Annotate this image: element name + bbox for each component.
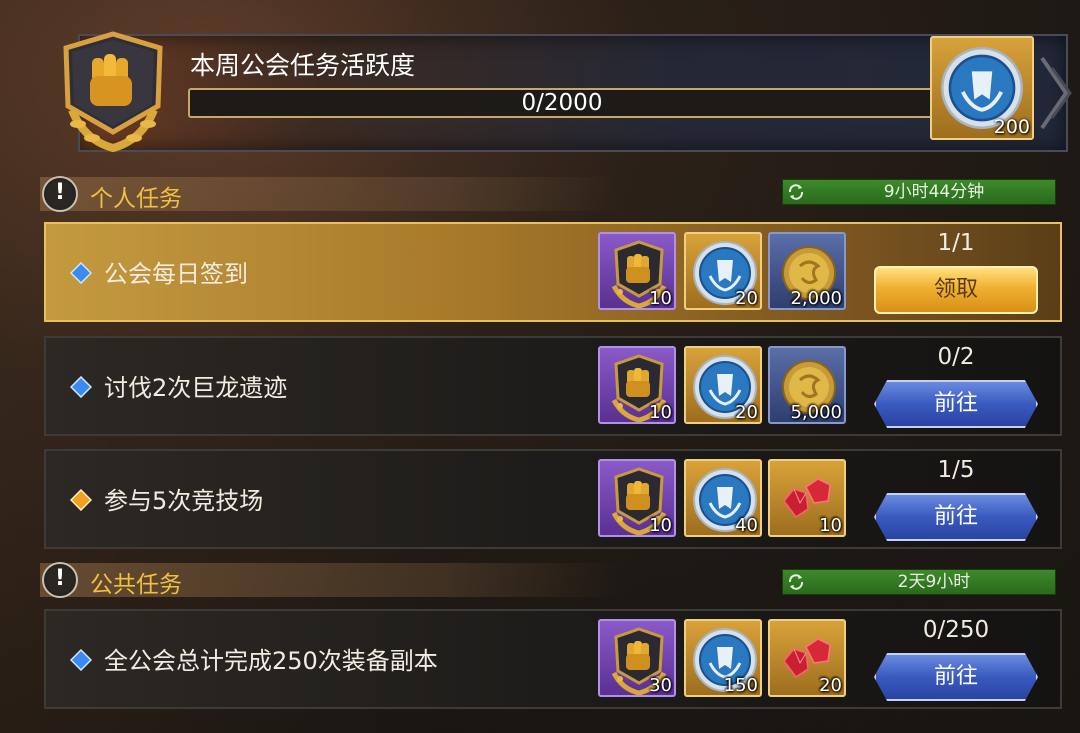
- reward-count: 10: [649, 288, 672, 309]
- reward-count: 10: [649, 402, 672, 423]
- go-button[interactable]: 前往: [874, 380, 1038, 428]
- refresh-icon: [788, 574, 804, 590]
- reward-count: 10: [819, 515, 842, 536]
- reward-item[interactable]: 20: [684, 346, 762, 424]
- task-row: 全公会总计完成250次装备副本 30 150 20 0/250 前往: [44, 609, 1062, 709]
- task-name: 讨伐2次巨龙遗迹: [104, 374, 288, 402]
- reward-item[interactable]: 20: [684, 232, 762, 310]
- blue-diamond-icon: [70, 649, 92, 671]
- reward-item[interactable]: 10: [598, 232, 676, 310]
- task-progress: 0/2: [937, 344, 975, 370]
- reward-item[interactable]: 5,000: [768, 346, 846, 424]
- activity-progress-bar: 0/2000: [188, 88, 936, 118]
- gold-diamond-icon: [70, 489, 92, 511]
- reward-item[interactable]: 40: [684, 459, 762, 537]
- activity-reward-chest[interactable]: 200: [930, 36, 1034, 140]
- public-section-title: 公共任务: [90, 572, 182, 598]
- reward-count: 20: [735, 288, 758, 309]
- public-refresh-timer: 2天9小时: [782, 569, 1056, 595]
- go-button[interactable]: 前往: [874, 493, 1038, 541]
- blue-diamond-icon: [70, 376, 92, 398]
- reward-count: 10: [649, 515, 672, 536]
- task-row: 参与5次竞技场 10 40 10 1/5 前往: [44, 449, 1062, 549]
- reward-count: 20: [735, 402, 758, 423]
- refresh-icon: [788, 184, 804, 200]
- reward-item[interactable]: 20: [768, 619, 846, 697]
- task-name: 参与5次竞技场: [104, 487, 264, 515]
- activity-reward-count: 200: [993, 116, 1030, 138]
- task-progress: 1/5: [937, 457, 975, 483]
- personal-section-title: 个人任务: [90, 186, 182, 212]
- reward-count: 40: [735, 515, 758, 536]
- activity-title: 本周公会任务活跃度: [190, 51, 416, 80]
- go-button[interactable]: 前往: [874, 653, 1038, 701]
- personal-section-header: ! 个人任务 9小时44分钟: [40, 175, 1060, 213]
- task-progress: 0/250: [922, 617, 990, 643]
- exclamation-icon[interactable]: !: [42, 562, 78, 598]
- task-name: 公会每日签到: [104, 260, 248, 288]
- public-section-header: ! 公共任务 2天9小时: [40, 561, 1060, 599]
- reward-count: 30: [649, 675, 672, 696]
- task-progress: 1/1: [937, 230, 975, 256]
- timer-text: 9小时44分钟: [883, 182, 985, 202]
- task-row: 讨伐2次巨龙遗迹 10 20 5,000 0/2 前往: [44, 336, 1062, 436]
- reward-count: 5,000: [790, 402, 842, 423]
- reward-count: 2,000: [790, 288, 842, 309]
- reward-count: 150: [723, 675, 758, 696]
- fist-emblem-icon: [48, 28, 178, 158]
- reward-item[interactable]: 10: [768, 459, 846, 537]
- exclamation-icon[interactable]: !: [42, 176, 78, 212]
- reward-item[interactable]: 2,000: [768, 232, 846, 310]
- reward-item[interactable]: 150: [684, 619, 762, 697]
- activity-progress-text: 0/2000: [521, 90, 603, 116]
- activity-header: 本周公会任务活跃度 0/2000 200: [8, 28, 1072, 158]
- task-name: 全公会总计完成250次装备副本: [104, 647, 438, 675]
- reward-item[interactable]: 30: [598, 619, 676, 697]
- frame-ornament-icon: [1040, 56, 1072, 130]
- reward-item[interactable]: 10: [598, 459, 676, 537]
- claim-button[interactable]: 领取: [874, 266, 1038, 314]
- blue-diamond-icon: [70, 262, 92, 284]
- personal-refresh-timer: 9小时44分钟: [782, 179, 1056, 205]
- reward-count: 20: [819, 675, 842, 696]
- reward-item[interactable]: 10: [598, 346, 676, 424]
- timer-text: 2天9小时: [897, 572, 971, 592]
- task-row: 公会每日签到 10 20 2,000 1/1 领取: [44, 222, 1062, 322]
